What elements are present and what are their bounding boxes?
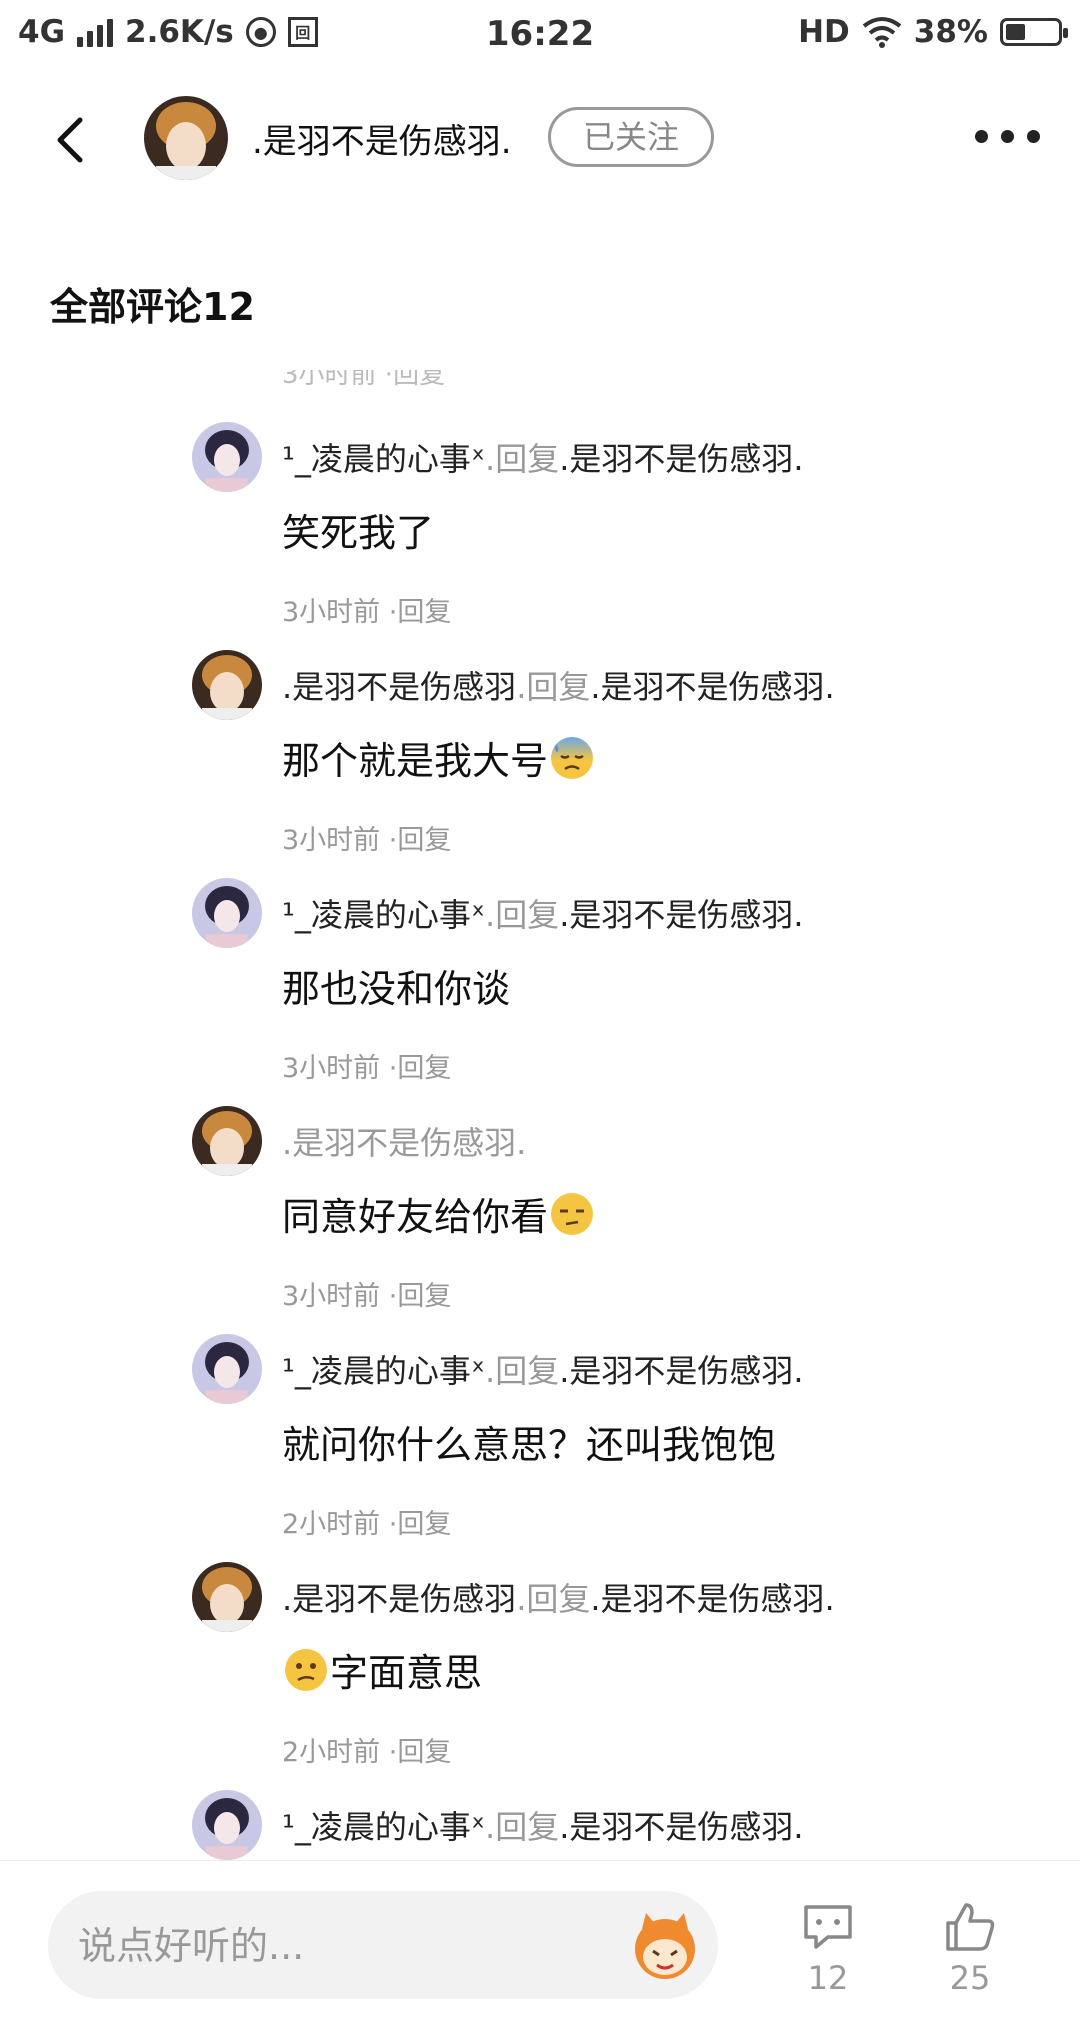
- author-avatar[interactable]: [144, 96, 228, 180]
- comment-header: .是羽不是伤感羽.回复.是羽不是伤感羽.: [282, 1574, 835, 1620]
- battery-percent: 38%: [913, 14, 988, 50]
- reply-word: .回复: [516, 1580, 591, 1618]
- comment-text: 那也没和你谈: [282, 958, 510, 1013]
- more-options-icon[interactable]: [975, 130, 1040, 143]
- avatar[interactable]: [192, 422, 262, 492]
- like-button[interactable]: 25: [920, 1901, 1020, 1997]
- status-right: HD 38%: [798, 14, 1068, 50]
- top-header: .是羽不是伤感羽. 已关注: [0, 90, 1080, 190]
- avatar[interactable]: [192, 650, 262, 720]
- comment-item: .是羽不是伤感羽.回复.是羽不是伤感羽. 那个就是我大号 3小时前 ·回复: [0, 598, 1080, 856]
- comment-item: ¹_凌晨的心事ˣ.回复.是羽不是伤感羽. 就问你什么意思？还叫我饱饱 2小时前 …: [0, 1282, 1080, 1540]
- comment-username[interactable]: ¹_凌晨的心事ˣ: [282, 896, 485, 934]
- comment-body: 就问你什么意思？还叫我饱饱: [282, 1423, 777, 1467]
- comment-body: 那也没和你谈: [282, 967, 511, 1011]
- comment-count: 12: [807, 1959, 849, 1997]
- hd-indicator: HD: [798, 14, 850, 50]
- followed-button[interactable]: 已关注: [548, 107, 714, 167]
- comment-item: ¹_凌晨的心事ˣ.回复.是羽不是伤感羽.: [0, 1738, 1080, 1860]
- comment-body: 字面意思: [330, 1651, 483, 1695]
- reply-target[interactable]: .是羽不是伤感羽.: [590, 1580, 834, 1618]
- comment-username[interactable]: .是羽不是伤感羽: [282, 668, 516, 706]
- comment-text: 字面意思: [282, 1642, 482, 1697]
- comment-header: ¹_凌晨的心事ˣ.回复.是羽不是伤感羽.: [282, 890, 804, 936]
- comment-item: .是羽不是伤感羽. 同意好友给你看 3小时前 ·回复: [0, 1054, 1080, 1312]
- comment-header: .是羽不是伤感羽.: [282, 1118, 526, 1164]
- comment-text: 就问你什么意思？还叫我饱饱: [282, 1414, 776, 1469]
- comment-input-box[interactable]: [48, 1891, 718, 2001]
- comment-input[interactable]: [76, 1891, 640, 2001]
- status-bar: 4G 2.6K/s ● 回 16:22 HD 38%: [0, 0, 1080, 74]
- comment-count-button[interactable]: 12: [778, 1901, 878, 1997]
- mascot-emoji-icon[interactable]: [624, 1905, 706, 1987]
- comment-item: ¹_凌晨的心事ˣ.回复.是羽不是伤感羽. 笑死我了 3小时前 ·回复: [0, 370, 1080, 628]
- comment-body: 同意好友给你看: [282, 1195, 549, 1239]
- comment-header: .是羽不是伤感羽.回复.是羽不是伤感羽.: [282, 662, 835, 708]
- comment-username[interactable]: ¹_凌晨的心事ˣ: [282, 440, 485, 478]
- comment-username[interactable]: .是羽不是伤感羽.: [282, 1124, 526, 1162]
- reply-target[interactable]: .是羽不是伤感羽.: [590, 668, 834, 706]
- comment-username[interactable]: .是羽不是伤感羽: [282, 1580, 516, 1618]
- comment-header: ¹_凌晨的心事ˣ.回复.是羽不是伤感羽.: [282, 1802, 804, 1848]
- comment-username[interactable]: ¹_凌晨的心事ˣ: [282, 1352, 485, 1390]
- all-comments-title: 全部评论12: [50, 285, 255, 329]
- unamused-emoji-icon: [551, 1192, 594, 1235]
- like-count: 25: [949, 1959, 991, 1997]
- reply-target[interactable]: .是羽不是伤感羽.: [559, 896, 803, 934]
- comment-text: 笑死我了: [282, 502, 434, 557]
- avatar[interactable]: [192, 1562, 262, 1632]
- comment-item: .是羽不是伤感羽.回复.是羽不是伤感羽. 字面意思 2小时前 ·回复: [0, 1510, 1080, 1768]
- reply-word: .回复: [485, 440, 560, 478]
- bottom-bar: 12 25: [0, 1860, 1080, 2035]
- thumbs-up-icon: [946, 1903, 995, 1951]
- comment-list[interactable]: 3小时前 ·回复 ¹_凌晨的心事ˣ.回复.是羽不是伤感羽. 笑死我了 3小时前 …: [0, 370, 1080, 1860]
- avatar[interactable]: [192, 1334, 262, 1404]
- comment-username[interactable]: ¹_凌晨的心事ˣ: [282, 1808, 485, 1846]
- avatar[interactable]: [192, 878, 262, 948]
- battery-icon: [1000, 18, 1068, 46]
- comment-header: ¹_凌晨的心事ˣ.回复.是羽不是伤感羽.: [282, 1346, 804, 1392]
- comment-body: 那个就是我大号: [282, 739, 549, 783]
- back-arrow-icon[interactable]: [46, 112, 102, 168]
- comment-body: 笑死我了: [282, 511, 435, 555]
- confused-emoji-icon: [285, 1648, 327, 1691]
- cold-sweat-emoji-icon: [551, 736, 594, 779]
- reply-word: .回复: [485, 896, 560, 934]
- wifi-icon: [862, 17, 902, 48]
- avatar[interactable]: [192, 1790, 262, 1860]
- author-name[interactable]: .是羽不是伤感羽.: [252, 114, 512, 163]
- comment-header: ¹_凌晨的心事ˣ.回复.是羽不是伤感羽.: [282, 434, 804, 480]
- comment-icon: [804, 1905, 852, 1949]
- reply-word: .回复: [516, 668, 591, 706]
- reply-word: .回复: [485, 1352, 560, 1390]
- reply-target[interactable]: .是羽不是伤感羽.: [559, 1352, 803, 1390]
- comment-text: 那个就是我大号: [282, 730, 596, 785]
- comment-text: 同意好友给你看: [282, 1186, 596, 1241]
- reply-target[interactable]: .是羽不是伤感羽.: [559, 1808, 803, 1846]
- reply-word: .回复: [485, 1808, 560, 1846]
- comment-item: ¹_凌晨的心事ˣ.回复.是羽不是伤感羽. 那也没和你谈 3小时前 ·回复: [0, 826, 1080, 1084]
- avatar[interactable]: [192, 1106, 262, 1176]
- reply-target[interactable]: .是羽不是伤感羽.: [559, 440, 803, 478]
